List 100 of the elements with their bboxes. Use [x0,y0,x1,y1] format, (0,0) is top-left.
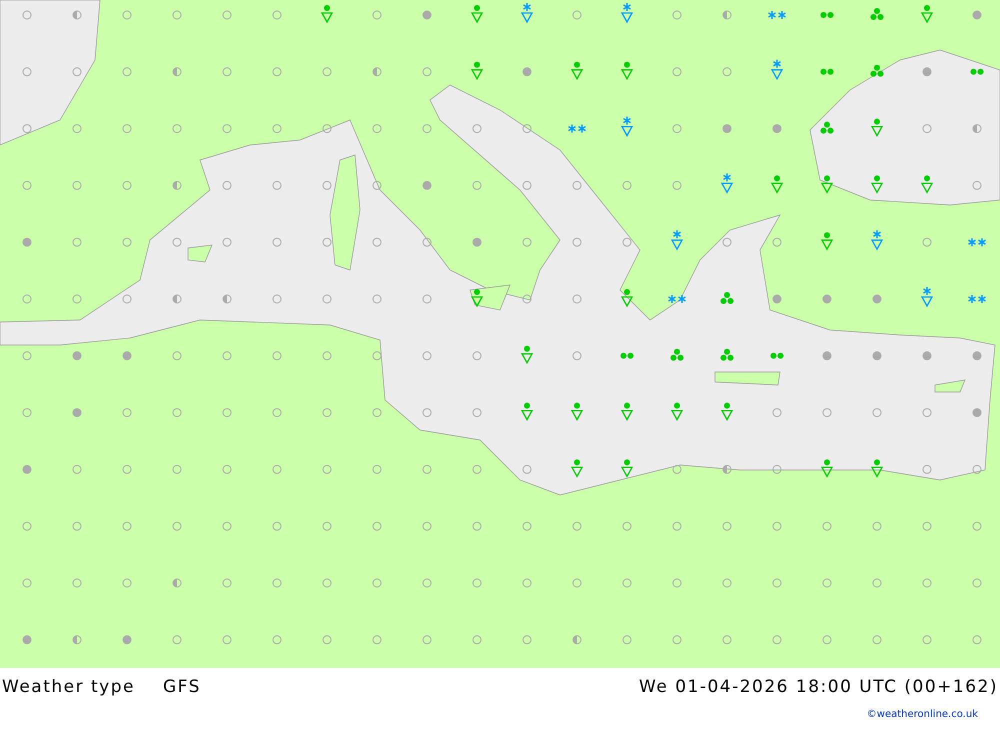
open-circle-icon [672,635,682,644]
open-circle-icon [272,351,282,360]
open-circle-icon [522,464,532,474]
open-circle-icon [822,522,832,531]
two-dots-icon [970,68,984,75]
open-circle-icon [72,238,82,247]
open-circle-icon [722,522,732,531]
dot-over-triangle-icon [820,175,834,194]
open-circle-icon [772,238,782,247]
three-dots-icon [720,348,734,361]
open-circle-icon [922,124,932,134]
open-circle-icon [72,294,82,304]
open-circle-icon [972,635,982,644]
open-circle-icon [922,522,932,531]
three-dots-icon [720,292,734,304]
open-circle-icon [322,180,332,190]
open-circle-icon [922,238,932,247]
open-circle-icon [222,464,232,474]
open-circle-icon [622,238,632,247]
open-circle-icon [322,351,332,360]
open-circle-icon [122,522,132,531]
filled-circle-icon [422,10,432,20]
credit-link[interactable]: ©weatheronline.co.uk [866,709,978,720]
forecast-time: We 01-04-2026 18:00 UTC (00+162) [639,677,998,697]
open-circle-icon [572,294,582,304]
open-circle-icon [572,522,582,531]
open-circle-icon [172,10,182,20]
open-circle-icon [522,578,532,588]
open-circle-icon [772,464,782,474]
open-circle-icon [472,578,482,588]
open-circle-icon [472,408,482,418]
open-circle-icon [72,464,82,474]
half-filled-circle-icon [172,180,182,190]
open-circle-icon [322,635,332,644]
half-filled-circle-icon [172,67,182,76]
open-circle-icon [372,294,382,304]
filled-circle-icon [772,124,782,134]
filled-circle-icon [972,408,982,418]
open-circle-icon [472,124,482,134]
dot-over-triangle-icon [620,459,634,478]
open-circle-icon [372,635,382,644]
open-circle-icon [922,635,932,644]
filled-circle-icon [872,351,882,360]
open-circle-icon [272,522,282,531]
open-circle-icon [722,67,732,76]
open-circle-icon [72,522,82,531]
open-circle-icon [22,67,32,76]
open-circle-icon [372,180,382,190]
half-filled-circle-icon [572,635,582,644]
open-circle-icon [72,124,82,134]
open-circle-icon [72,180,82,190]
half-filled-circle-icon [722,464,732,474]
filled-circle-icon [22,238,32,247]
filled-circle-icon [72,408,82,418]
open-circle-icon [222,180,232,190]
open-circle-icon [72,578,82,588]
island-shape [934,380,966,392]
dot-over-triangle-icon [870,175,884,194]
half-filled-circle-icon [972,124,982,134]
open-circle-icon [22,124,32,134]
open-circle-icon [222,578,232,588]
open-circle-icon [272,67,282,76]
open-circle-icon [172,635,182,644]
half-filled-circle-icon [722,10,732,20]
open-circle-icon [122,180,132,190]
open-circle-icon [672,464,682,474]
map-title: Weather type [2,677,135,697]
open-circle-icon [922,578,932,588]
two-asterisks-icon [968,294,986,304]
dot-over-triangle-icon [870,459,884,478]
island-shape [188,244,213,262]
dot-over-triangle-icon [470,62,484,80]
open-circle-icon [422,522,432,531]
open-circle-icon [372,351,382,360]
open-circle-icon [422,124,432,134]
open-circle-icon [372,522,382,531]
open-circle-icon [172,464,182,474]
open-circle-icon [922,464,932,474]
open-circle-icon [222,522,232,531]
open-circle-icon [722,238,732,247]
open-circle-icon [972,522,982,531]
two-asterisks-icon [768,10,786,20]
open-circle-icon [522,124,532,134]
open-circle-icon [272,635,282,644]
two-dots-icon [820,12,834,18]
dot-over-triangle-icon [620,62,634,80]
open-circle-icon [272,10,282,20]
open-circle-icon [322,522,332,531]
open-circle-icon [722,578,732,588]
open-circle-icon [822,408,832,418]
filled-circle-icon [522,67,532,76]
open-circle-icon [322,124,332,134]
filled-circle-icon [922,351,932,360]
open-circle-icon [172,351,182,360]
two-dots-icon [770,352,784,359]
dot-over-triangle-icon [920,5,934,24]
open-circle-icon [222,238,232,247]
open-circle-icon [322,238,332,247]
open-circle-icon [522,522,532,531]
open-circle-icon [372,408,382,418]
